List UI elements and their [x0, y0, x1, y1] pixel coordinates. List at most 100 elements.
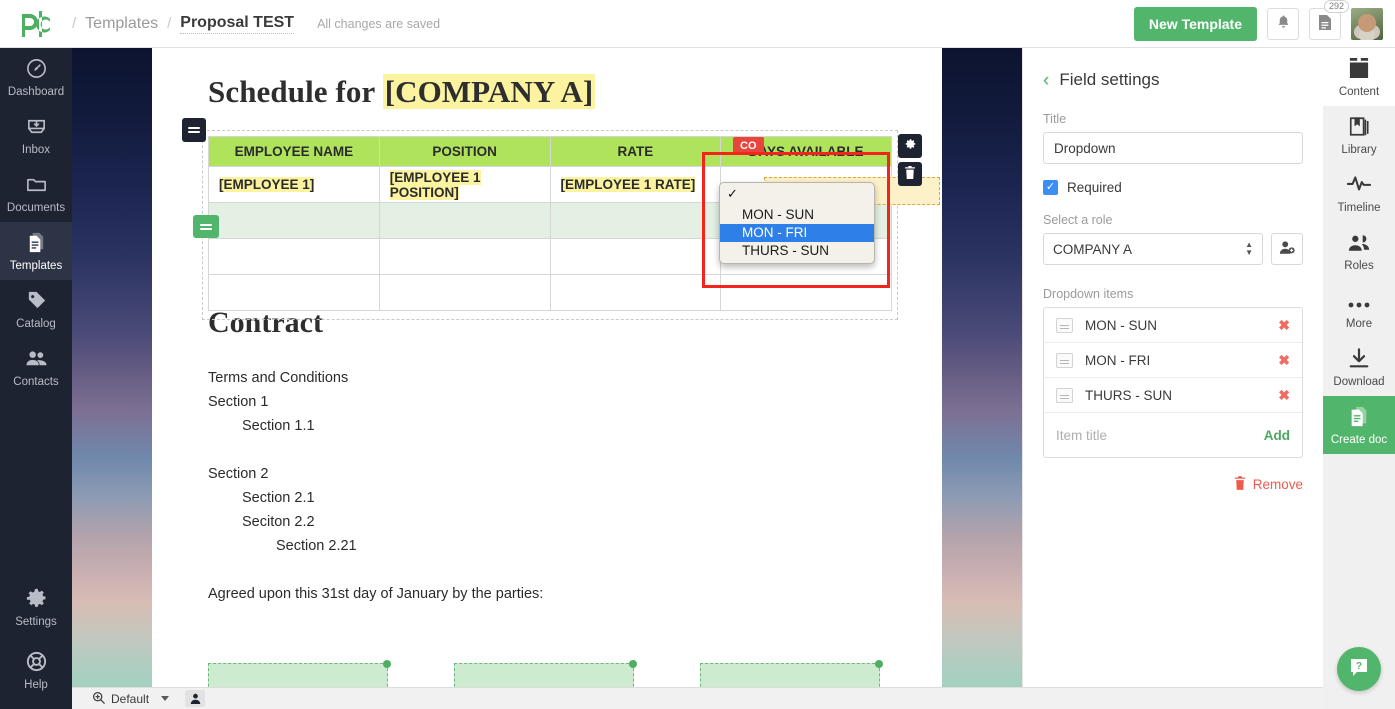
app-root: / Templates / Proposal TEST All changes … — [0, 0, 1395, 709]
doc-line: Agreed upon this 31st day of January by … — [208, 586, 544, 602]
required-label: Required — [1067, 180, 1122, 195]
inbox-icon — [0, 115, 72, 141]
roles-icon — [1323, 232, 1395, 256]
person-icon[interactable] — [185, 690, 206, 707]
doc-line: Seciton 2.2 — [242, 514, 315, 530]
notifications-button[interactable] — [1267, 7, 1299, 40]
signature-field[interactable] — [454, 660, 637, 688]
right-toolbar: Content Library Timeline Roles More Down… — [1323, 48, 1395, 709]
required-checkbox-row[interactable]: ✓ Required — [1043, 180, 1303, 195]
breadcrumb-templates[interactable]: Templates — [85, 15, 158, 33]
row-drag-handle[interactable] — [193, 215, 219, 238]
signature-field[interactable] — [208, 660, 391, 688]
sidebar-item-catalog[interactable]: Catalog — [0, 280, 72, 338]
sidebar-item-inbox[interactable]: Inbox — [0, 106, 72, 164]
lifebuoy-icon — [0, 650, 72, 676]
documents-counter-button[interactable]: 292 — [1309, 0, 1349, 40]
drag-handle-icon[interactable] — [1056, 317, 1073, 333]
list-item-label: MON - FRI — [1085, 352, 1151, 368]
documents-count-badge: 292 — [1323, 0, 1349, 14]
dropdown-option-checked[interactable] — [720, 185, 874, 203]
more-dots-icon — [1323, 290, 1395, 314]
new-template-button[interactable]: New Template — [1133, 6, 1257, 41]
rail-label-download: Download — [1333, 376, 1385, 388]
field-settings-panel: ‹ Field settings Title ✓ Required Select… — [1022, 48, 1323, 709]
list-item[interactable]: THURS - SUN ✖ — [1044, 378, 1302, 413]
breadcrumb-current-doc[interactable]: Proposal TEST — [180, 14, 295, 34]
document-page[interactable]: Schedule for [COMPANY A] EMPLOYEE NAME P… — [152, 48, 942, 688]
sidebar-item-documents[interactable]: Documents — [0, 164, 72, 222]
chevron-left-icon[interactable]: ‹ — [1043, 71, 1049, 90]
doc-line: Section 1 — [208, 394, 269, 410]
sidebar-label-dashboard: Dashboard — [7, 86, 65, 98]
sidebar-label-contacts: Contacts — [13, 376, 59, 388]
dropdown-option[interactable]: MON - SUN — [720, 206, 874, 224]
dropdown-option-selected[interactable]: MON - FRI — [720, 224, 874, 242]
trash-icon — [904, 166, 916, 182]
sidebar-label-help: Help — [24, 679, 48, 691]
pandadoc-logo[interactable] — [0, 10, 72, 38]
breadcrumb: / Templates / Proposal TEST All changes … — [72, 14, 440, 34]
table-settings-button[interactable] — [898, 134, 922, 158]
role-row: COMPANY A ▲ ▼ — [1043, 233, 1303, 265]
timeline-icon — [1323, 174, 1395, 198]
avatar[interactable] — [1351, 7, 1383, 40]
rail-item-roles[interactable]: Roles — [1323, 222, 1395, 280]
bell-icon — [1276, 14, 1291, 33]
remove-item-icon[interactable]: ✖ — [1278, 352, 1290, 369]
doc-line-blank — [208, 438, 942, 462]
breadcrumb-separator-1: / — [72, 15, 77, 32]
remove-item-icon[interactable]: ✖ — [1278, 317, 1290, 334]
table-delete-button[interactable] — [898, 162, 922, 186]
rail-item-create-doc[interactable]: Create doc — [1323, 396, 1395, 454]
rail-item-timeline[interactable]: Timeline — [1323, 164, 1395, 222]
rail-item-library[interactable]: Library — [1323, 106, 1395, 164]
signature-field[interactable] — [700, 660, 883, 688]
sidebar-label-inbox: Inbox — [21, 144, 51, 156]
sidebar-item-help[interactable]: Help — [0, 638, 72, 701]
gear-icon — [904, 138, 917, 154]
dropdown-items-section: Dropdown items MON - SUN ✖ MON - FRI ✖ T… — [1043, 287, 1303, 458]
checkbox-checked-icon[interactable]: ✓ — [1043, 180, 1058, 195]
create-doc-icon — [1323, 406, 1395, 430]
sidebar-label-settings: Settings — [15, 616, 57, 628]
zoom-level-label[interactable]: Default — [111, 692, 149, 706]
sidebar-item-contacts[interactable]: Contacts — [0, 338, 72, 396]
drag-handle-icon[interactable] — [1056, 387, 1073, 403]
sidebar-item-settings[interactable]: Settings — [0, 575, 72, 638]
new-item-input[interactable] — [1056, 427, 1226, 443]
dropdown-option[interactable]: THURS - SUN — [720, 242, 874, 260]
download-icon — [1323, 348, 1395, 372]
rail-item-content[interactable]: Content — [1323, 48, 1395, 106]
rail-item-more[interactable]: More — [1323, 280, 1395, 338]
chevron-down-icon[interactable] — [161, 696, 170, 701]
add-item-button[interactable]: Add — [1264, 428, 1290, 443]
help-fab-button[interactable]: ? — [1337, 647, 1381, 691]
doc-line-blank — [208, 558, 942, 582]
dropdown-options-popup[interactable]: MON - SUN MON - FRI THURS - SUN — [719, 182, 875, 264]
sidebar-item-templates[interactable]: Templates — [0, 222, 72, 280]
role-select[interactable]: COMPANY A ▲ ▼ — [1043, 233, 1263, 265]
add-role-button[interactable] — [1271, 233, 1303, 265]
role-field-label: Select a role — [1043, 213, 1113, 227]
list-item[interactable]: MON - FRI ✖ — [1044, 343, 1302, 378]
remove-field-button[interactable]: Remove — [1043, 476, 1303, 493]
signature-fields-row — [208, 660, 908, 688]
list-item[interactable]: MON - SUN ✖ — [1044, 308, 1302, 343]
field-settings-back[interactable]: ‹ Field settings — [1043, 70, 1303, 90]
dropdown-items-label: Dropdown items — [1043, 287, 1134, 301]
dropdown-items-list: MON - SUN ✖ MON - FRI ✖ THURS - SUN ✖ Ad… — [1043, 307, 1303, 458]
add-item-row: Add — [1044, 413, 1302, 457]
sidebar-item-dashboard[interactable]: Dashboard — [0, 48, 72, 106]
remove-item-icon[interactable]: ✖ — [1278, 387, 1290, 404]
doc-line: Section 2.21 — [276, 538, 357, 554]
status-bar: Default — [72, 687, 1323, 709]
title-input[interactable] — [1043, 132, 1303, 164]
table-drag-handle[interactable] — [182, 118, 206, 142]
status-badge[interactable]: CO — [733, 137, 764, 155]
page-title: Schedule for [COMPANY A] — [208, 74, 942, 110]
drag-handle-icon[interactable] — [1056, 352, 1073, 368]
top-bar-actions: New Template 292 — [1133, 0, 1395, 41]
list-item-label: MON - SUN — [1085, 317, 1157, 333]
rail-item-download[interactable]: Download — [1323, 338, 1395, 396]
